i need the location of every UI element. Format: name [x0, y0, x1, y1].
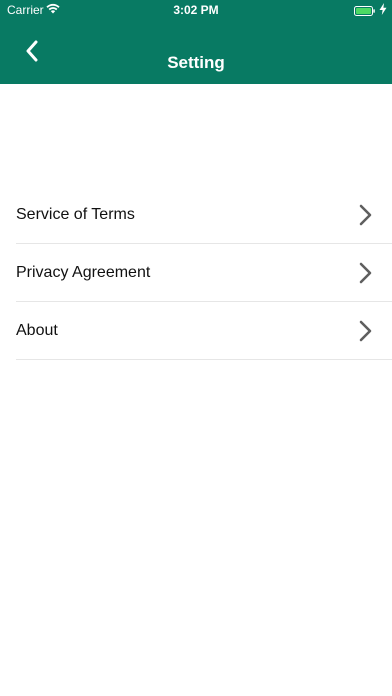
chevron-right-icon	[356, 262, 374, 284]
chevron-right-icon	[356, 204, 374, 226]
status-bar: Carrier 3:02 PM	[0, 0, 392, 20]
chevron-right-icon	[356, 320, 374, 342]
divider	[16, 359, 392, 360]
settings-menu: Service of Terms Privacy Agreement About	[0, 186, 392, 360]
menu-item-about[interactable]: About	[0, 302, 392, 360]
menu-item-service-of-terms[interactable]: Service of Terms	[0, 186, 392, 244]
page-title: Setting	[167, 53, 225, 72]
menu-item-label: About	[16, 322, 58, 339]
app-header: Carrier 3:02 PM Setting	[0, 0, 392, 84]
menu-item-privacy-agreement[interactable]: Privacy Agreement	[0, 244, 392, 302]
battery-icon	[354, 5, 375, 16]
navigation-bar: Setting	[0, 20, 392, 84]
status-time: 3:02 PM	[173, 3, 219, 17]
charging-icon	[379, 3, 387, 18]
menu-item-label: Service of Terms	[16, 206, 135, 223]
menu-item-label: Privacy Agreement	[16, 264, 151, 281]
